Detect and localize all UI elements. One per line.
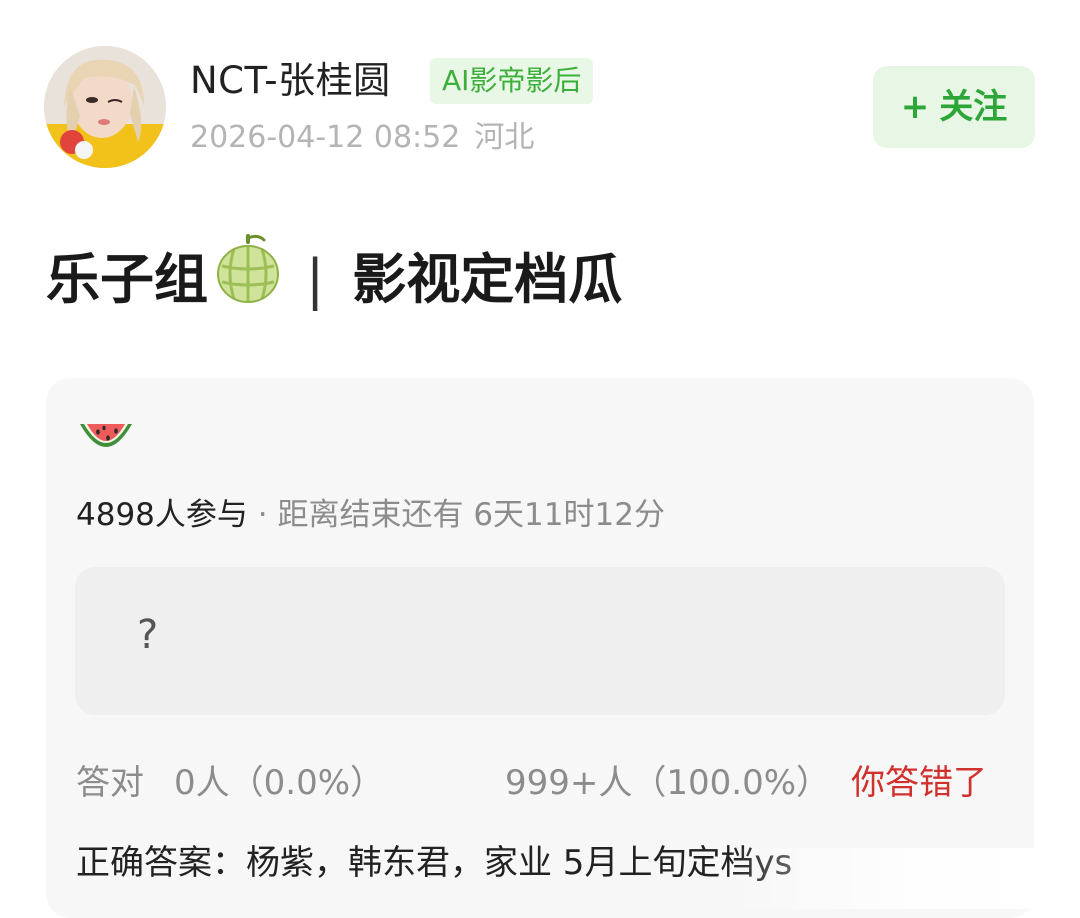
quiz-card: 4898人参与 · 距离结束还有 6天11时12分 ? 答对 0人（0.0%） … <box>46 378 1034 918</box>
stats-separator: · <box>257 497 268 533</box>
melon-icon <box>216 234 280 326</box>
follow-button[interactable]: + 关注 <box>873 66 1035 148</box>
post-location: 河北 <box>474 120 535 155</box>
title-separator: | <box>306 248 325 311</box>
post-title-left: 乐子组 <box>46 248 208 311</box>
author-badge: AI影帝影后 <box>430 58 594 104</box>
correct-label: 答对 <box>76 763 144 803</box>
quiz-stats: 4898人参与 · 距离结束还有 6天11时12分 <box>76 494 665 536</box>
watermark-fade <box>730 848 1080 909</box>
wrong-answer-label: 你答错了 <box>851 763 987 803</box>
watermelon-icon <box>76 416 136 472</box>
post-meta: 2026-04-12 08:52 河北 <box>190 118 534 158</box>
plus-icon: + <box>900 87 930 127</box>
avatar[interactable] <box>44 46 166 168</box>
participant-count: 4898人参与 <box>76 497 248 533</box>
post-title: 乐子组 | 影视定档瓜 <box>46 234 622 326</box>
option-text: ? <box>137 612 159 658</box>
other-count: 999+人（100.0%） <box>505 763 831 803</box>
post-datetime: 2026-04-12 08:52 <box>190 120 461 155</box>
follow-button-label: 关注 <box>939 87 1008 127</box>
post-title-right: 影视定档瓜 <box>352 248 623 311</box>
correct-answer: 正确答案：杨紫，韩东君，家业 5月上旬定档ys <box>76 843 793 883</box>
quiz-option[interactable]: ? <box>75 567 1005 715</box>
countdown: 距离结束还有 6天11时12分 <box>277 497 665 533</box>
author-name[interactable]: NCT-张桂圆 <box>190 58 391 104</box>
correct-count: 0人（0.0%） <box>174 763 385 803</box>
